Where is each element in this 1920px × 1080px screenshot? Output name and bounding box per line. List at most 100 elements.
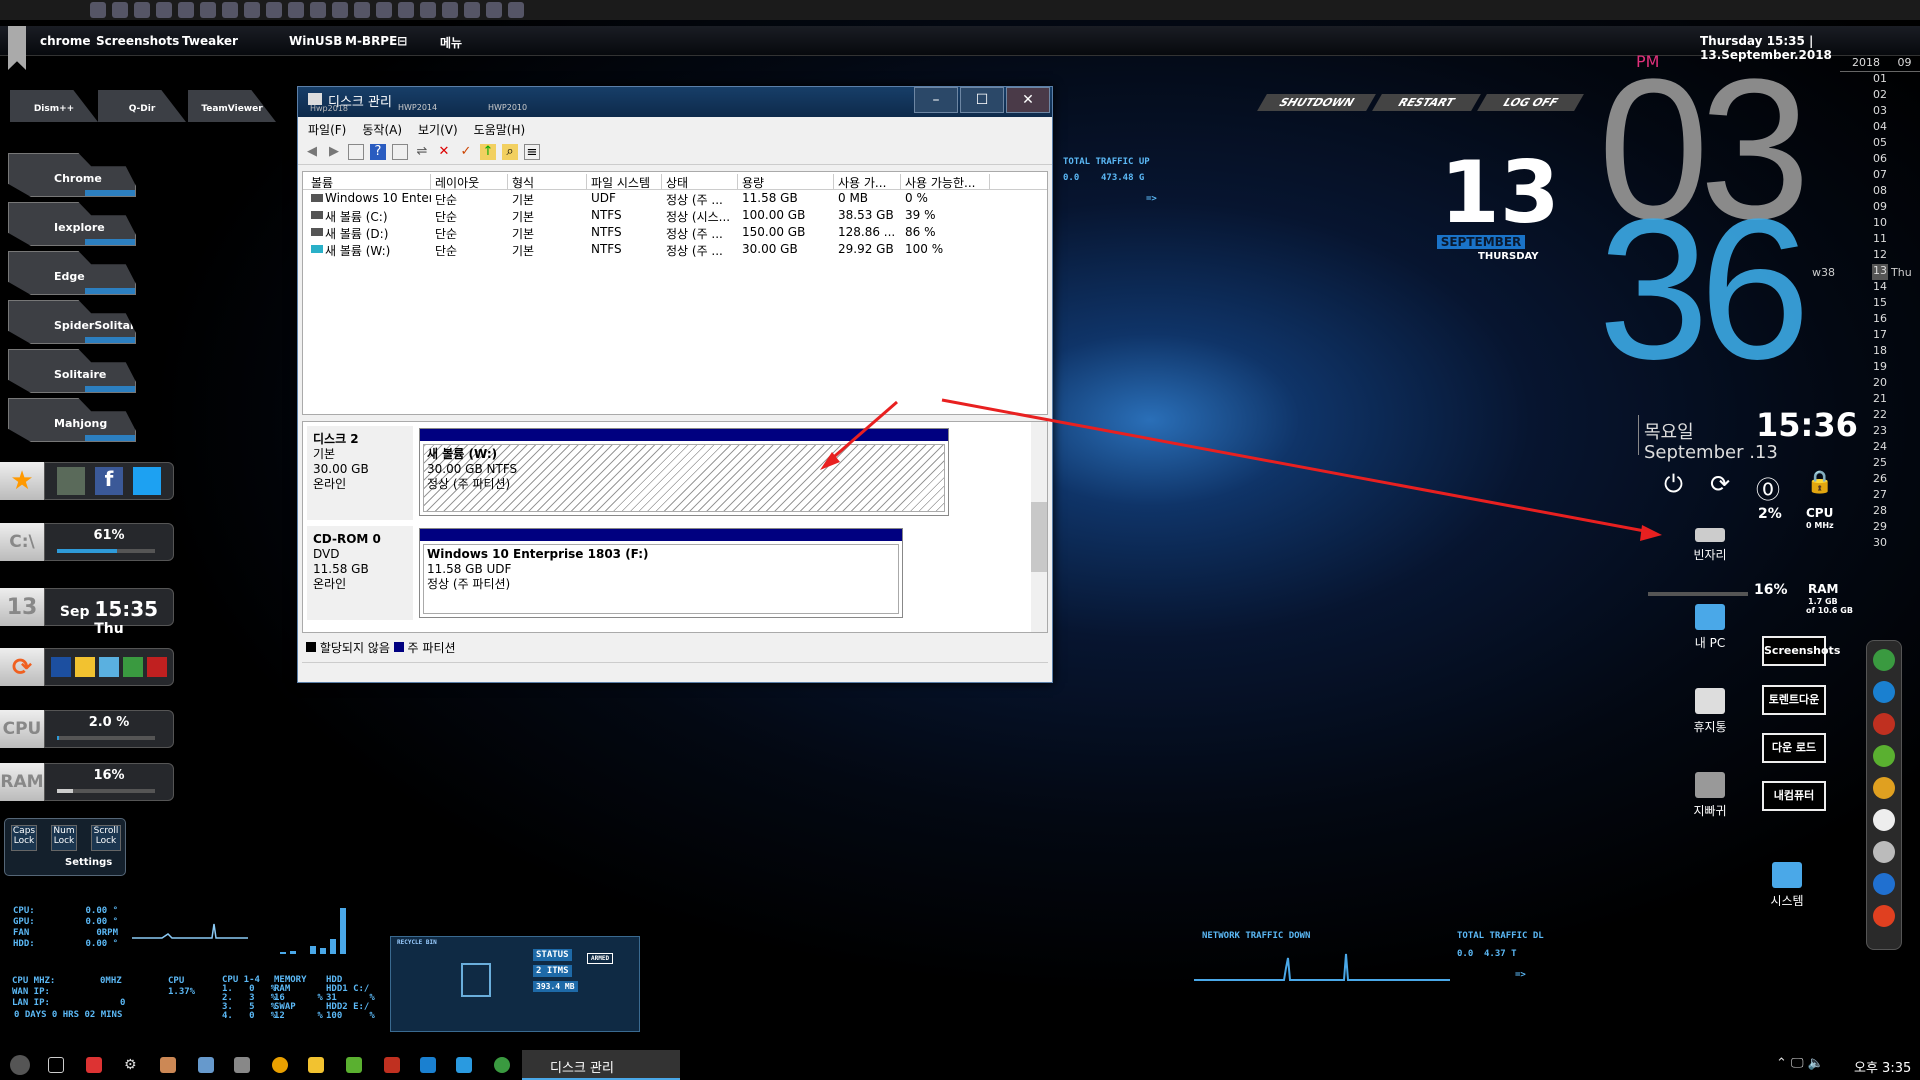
cpu-cores: CPU 1-4 1. 0 % 2. 3 % 3. 5 % 4. 0 % bbox=[222, 975, 277, 1021]
recycle-title: RECYCLE BIN bbox=[397, 939, 437, 946]
trash-icon[interactable] bbox=[461, 963, 491, 997]
ie-icon[interactable] bbox=[456, 1057, 472, 1073]
calendar-day[interactable]: 01 bbox=[1840, 72, 1920, 88]
chrome-icon[interactable] bbox=[1873, 649, 1895, 671]
calendar-day[interactable]: 15 bbox=[1840, 296, 1920, 312]
restart-icon[interactable]: ⟳ bbox=[1710, 470, 1730, 498]
ram-total: of 10.6 GB bbox=[1806, 606, 1853, 615]
backup-icon[interactable] bbox=[1873, 873, 1895, 895]
app-icon[interactable] bbox=[160, 1057, 176, 1073]
cpu-mhz-label: CPU MHZ: bbox=[12, 976, 56, 986]
traffic-down-graph bbox=[1194, 953, 1450, 981]
ram-used: 1.7 GB bbox=[1808, 597, 1838, 606]
edge-icon[interactable] bbox=[420, 1057, 436, 1073]
calendar-day[interactable]: 24 bbox=[1840, 440, 1920, 456]
ccleaner-icon[interactable] bbox=[1873, 713, 1895, 735]
ie-icon[interactable] bbox=[1873, 681, 1895, 703]
hdd-stats: HDD HDD1 C:/31 % HDD2 E:/100 % bbox=[326, 975, 375, 1021]
calendar-day[interactable]: 17 bbox=[1840, 328, 1920, 344]
cpu-percent: 2% bbox=[1758, 506, 1782, 522]
calendar-day[interactable]: 07 bbox=[1840, 168, 1920, 184]
calendar-day[interactable]: 22 bbox=[1840, 408, 1920, 424]
arrow-to-icon bbox=[941, 398, 1651, 534]
calendar-day[interactable]: 27 bbox=[1840, 488, 1920, 504]
lan-ip-value: 0 bbox=[120, 998, 126, 1008]
file-explorer-icon[interactable] bbox=[308, 1057, 324, 1073]
ram-percent: 16% bbox=[1754, 582, 1788, 598]
uptime: 0 DAYS 0 HRS 02 MINS bbox=[14, 1010, 123, 1020]
calendar-day[interactable]: 18 bbox=[1840, 344, 1920, 360]
calendar-day[interactable]: 25 bbox=[1840, 456, 1920, 472]
clock-date: September .13 bbox=[1644, 442, 1778, 463]
ram-bar bbox=[1648, 592, 1748, 596]
app-icon[interactable] bbox=[86, 1057, 102, 1073]
cpu-bars bbox=[280, 908, 346, 954]
clover-icon[interactable] bbox=[1873, 745, 1895, 767]
start-button[interactable] bbox=[10, 1055, 30, 1075]
tray-icons[interactable]: ⌃ 🖵 🔈 bbox=[1776, 1056, 1824, 1071]
disk-icon[interactable] bbox=[1873, 841, 1895, 863]
logoff-icon[interactable]: ⓪ bbox=[1756, 470, 1780, 505]
traffic-dl-title: TOTAL TRAFFIC DL bbox=[1457, 931, 1544, 941]
desktop-icon-system[interactable]: 시스템 bbox=[1752, 862, 1822, 909]
calendar-year: 2018 bbox=[1852, 56, 1880, 69]
chrome-icon[interactable] bbox=[494, 1057, 510, 1073]
calendar-day[interactable]: 06 bbox=[1840, 152, 1920, 168]
calendar-day[interactable]: 29 bbox=[1840, 520, 1920, 536]
cpu-mhz: 0 MHz bbox=[1806, 521, 1834, 530]
traffic-dl-arrow: => bbox=[1515, 970, 1526, 980]
calendar-month: 09 bbox=[1897, 56, 1912, 69]
gear-icon[interactable]: ⚙ bbox=[124, 1057, 140, 1073]
calendar-day[interactable]: 12 bbox=[1840, 248, 1920, 264]
taskbar-disk-management[interactable]: 디스크 관리 bbox=[522, 1050, 680, 1080]
calendar-day[interactable]: 30 bbox=[1840, 536, 1920, 552]
folder-torrent[interactable]: 토렌트다운 bbox=[1762, 685, 1826, 715]
recycle-size: 393.4 MB bbox=[533, 981, 578, 992]
ccleaner-icon[interactable] bbox=[384, 1057, 400, 1073]
calendar-day[interactable]: 09 bbox=[1840, 200, 1920, 216]
calendar-day[interactable]: 26 bbox=[1840, 472, 1920, 488]
cpu-graph bbox=[132, 923, 248, 939]
calendar-week: w38 bbox=[1812, 266, 1835, 279]
folder-screenshots[interactable]: Screenshots bbox=[1762, 636, 1840, 666]
desktop-icon-thrush[interactable]: 지빠귀 bbox=[1675, 772, 1745, 819]
task-view-icon[interactable] bbox=[48, 1057, 64, 1073]
app-icon[interactable] bbox=[198, 1057, 214, 1073]
desktop-icon-empty[interactable]: 빈자리 bbox=[1675, 528, 1745, 563]
xftp-icon[interactable] bbox=[1873, 809, 1895, 831]
folder-my-computer[interactable]: 내컴퓨터 bbox=[1762, 781, 1826, 811]
calendar-day[interactable]: 14 bbox=[1840, 280, 1920, 296]
calendar-day[interactable]: 23 bbox=[1840, 424, 1920, 440]
hw-monitor: CPU: GPU: FAN HDD: bbox=[13, 906, 35, 949]
cpu-mhz-value: 0MHZ bbox=[100, 976, 122, 986]
cpu-col-value: 1.37% bbox=[168, 987, 196, 997]
calendar-day[interactable]: 02 bbox=[1840, 88, 1920, 104]
app-icon[interactable] bbox=[234, 1057, 250, 1073]
calendar-day[interactable]: 10 bbox=[1840, 216, 1920, 232]
calendar-day[interactable]: 19 bbox=[1840, 360, 1920, 376]
aimp-icon[interactable] bbox=[272, 1057, 288, 1073]
calendar-day[interactable]: 28 bbox=[1840, 504, 1920, 520]
app-icon[interactable] bbox=[1873, 777, 1895, 799]
tray-clock[interactable]: 오후 3:35 bbox=[1854, 1057, 1911, 1076]
calendar-day[interactable]: 13 bbox=[1872, 264, 1888, 280]
lock-icon[interactable]: 🔒 bbox=[1806, 470, 1833, 495]
desktop-icon-my-pc[interactable]: 내 PC bbox=[1675, 604, 1745, 651]
folder-downloads[interactable]: 다운 로드 bbox=[1762, 733, 1826, 763]
power-icon[interactable] bbox=[1873, 905, 1895, 927]
calendar-day[interactable]: 05 bbox=[1840, 136, 1920, 152]
calendar-day[interactable]: 11 bbox=[1840, 232, 1920, 248]
calendar-day[interactable]: 16 bbox=[1840, 312, 1920, 328]
calendar-day[interactable]: 21 bbox=[1840, 392, 1920, 408]
calendar-day[interactable]: 08 bbox=[1840, 184, 1920, 200]
calendar-day[interactable]: 03 bbox=[1840, 104, 1920, 120]
calendar-day[interactable]: 04 bbox=[1840, 120, 1920, 136]
calendar-day[interactable]: 20 bbox=[1840, 376, 1920, 392]
calendar: 2018 09 01 02 03 04 05 06 07 08 09 10 11 12 13 14 15 16… bbox=[1840, 56, 1920, 552]
clover-icon[interactable] bbox=[346, 1057, 362, 1073]
power-icon[interactable]: ⏻ bbox=[1664, 470, 1683, 498]
lan-ip-label: LAN IP: bbox=[12, 998, 50, 1008]
cpu-title: CPU bbox=[1806, 506, 1834, 520]
desktop-icon-recycle-bin[interactable]: 휴지통 bbox=[1675, 688, 1745, 735]
wan-ip-label: WAN IP: bbox=[12, 987, 50, 997]
